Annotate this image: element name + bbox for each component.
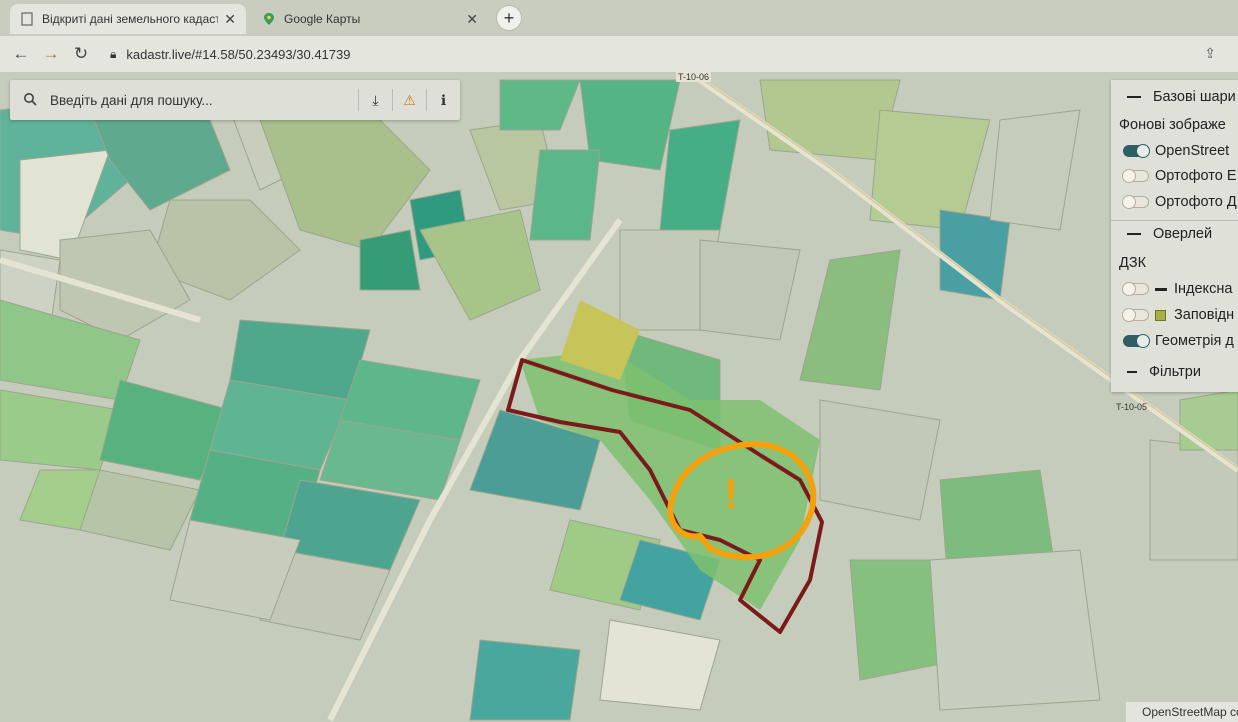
tab-title: Google Карты: [284, 12, 361, 26]
square-legend-icon: [1155, 309, 1166, 321]
filters-title: Фільтри: [1149, 364, 1201, 380]
filters-header[interactable]: Фільтри: [1111, 361, 1201, 383]
download-icon[interactable]: ⤓: [358, 89, 392, 111]
toggle-switch[interactable]: [1122, 169, 1149, 183]
tab-google-maps[interactable]: Google Карты ✕: [252, 4, 488, 34]
map-attribution[interactable]: OpenStreetMap cont: [1126, 702, 1238, 722]
dzk-label: ДЗК: [1119, 255, 1147, 271]
layer-option-geometry[interactable]: Геометрія д: [1111, 330, 1234, 352]
search-icon[interactable]: [10, 92, 50, 109]
layer-label: Індексна: [1174, 281, 1233, 297]
collapse-icon: [1127, 233, 1141, 235]
layer-option-ortho-e[interactable]: Ортофото Е: [1111, 165, 1237, 187]
layer-option-ortho-d[interactable]: Ортофото Д: [1111, 191, 1237, 213]
background-label: Фонові зображе: [1119, 117, 1226, 133]
warning-marker: !: [724, 470, 738, 517]
base-layers-title: Базові шари: [1153, 89, 1236, 105]
layers-panel: Базові шари Фонові зображе OpenStreet Ор…: [1111, 80, 1238, 392]
toggle-switch[interactable]: [1122, 282, 1149, 296]
layer-label: Ортофото Д: [1155, 194, 1237, 210]
road-label: T-10-06: [676, 72, 712, 82]
address-bar[interactable]: 🔒︎ kadastr.live/#14.58/50.23493/30.41739: [110, 47, 350, 62]
map-pin-icon: [262, 12, 276, 26]
lock-icon: 🔒︎: [110, 46, 117, 61]
layer-label: Заповідн: [1174, 307, 1235, 323]
tab-kadastr[interactable]: Відкриті дані земельного кадастру ✕: [10, 4, 246, 34]
map-canvas[interactable]: T-10-06 T-10-05 !: [0, 72, 1238, 722]
browser-toolbar: ← → ↻ 🔒︎ kadastr.live/#14.58/50.23493/30…: [0, 36, 1238, 72]
close-icon[interactable]: ✕: [224, 11, 236, 28]
search-input[interactable]: Введіть дані для пошуку...: [50, 93, 358, 108]
url-text: kadastr.live/#14.58/50.23493/30.41739: [126, 46, 351, 62]
warning-icon[interactable]: ⚠: [392, 89, 426, 111]
map-svg: [0, 72, 1238, 722]
divider: [1111, 220, 1238, 221]
overlay-header[interactable]: Оверлей: [1111, 223, 1212, 245]
toggle-switch[interactable]: [1123, 334, 1150, 348]
new-tab-button[interactable]: +: [496, 5, 522, 31]
reload-icon[interactable]: ↻: [66, 44, 96, 64]
toggle-switch[interactable]: [1122, 195, 1149, 209]
layer-label: Геометрія д: [1155, 333, 1234, 349]
layer-label: Ортофото Е: [1155, 168, 1237, 184]
layer-option-openstreet[interactable]: OpenStreet: [1111, 140, 1229, 162]
share-icon[interactable]: ⇪: [1204, 45, 1216, 62]
forward-icon[interactable]: →: [36, 44, 66, 64]
layer-option-reserve[interactable]: Заповідн: [1111, 304, 1234, 326]
line-legend-icon: [1155, 287, 1167, 291]
overlay-title: Оверлей: [1153, 226, 1213, 242]
close-icon[interactable]: ✕: [466, 11, 478, 28]
collapse-icon: [1127, 96, 1141, 98]
tab-bar: Відкриті дані земельного кадастру ✕ Goog…: [0, 0, 1238, 36]
road-label: T-10-05: [1116, 402, 1148, 412]
info-icon[interactable]: ℹ: [426, 89, 460, 111]
collapse-icon: [1127, 371, 1137, 373]
base-layers-header[interactable]: Базові шари: [1111, 86, 1236, 108]
layer-label: OpenStreet: [1155, 143, 1230, 159]
toggle-switch[interactable]: [1122, 308, 1149, 322]
back-icon[interactable]: ←: [6, 44, 36, 64]
toggle-switch[interactable]: [1123, 144, 1150, 158]
layer-option-index[interactable]: Індексна: [1111, 278, 1232, 300]
tab-title: Відкриті дані земельного кадастру: [42, 12, 219, 26]
document-icon: [20, 12, 34, 26]
search-panel: Введіть дані для пошуку... ⤓ ⚠ ℹ: [10, 80, 460, 120]
